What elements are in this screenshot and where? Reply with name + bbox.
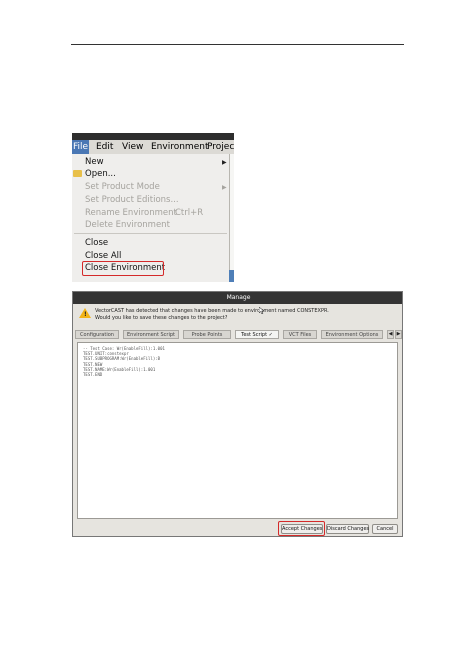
tab-configuration[interactable]: Configuration bbox=[75, 330, 119, 339]
menu-item-label: Rename Environment bbox=[85, 208, 177, 218]
shortcut-label: Ctrl+R bbox=[175, 208, 204, 218]
page-header-rule bbox=[71, 44, 404, 45]
tab-test-script[interactable]: Test Script ✓ bbox=[235, 330, 279, 339]
menu-item-close-all[interactable]: Close All bbox=[85, 251, 121, 261]
menu-file[interactable]: File bbox=[72, 140, 90, 154]
dialog-title: Manage bbox=[73, 292, 402, 304]
menu-item-rename-environment[interactable]: Rename Environment Ctrl+R bbox=[85, 208, 203, 218]
discard-changes-button[interactable]: Discard Changes bbox=[326, 524, 369, 534]
menu-project[interactable]: Project bbox=[207, 142, 234, 152]
tab-probe-points[interactable]: Probe Points bbox=[183, 330, 231, 339]
mouse-cursor-icon bbox=[259, 307, 264, 314]
code-line: TEST.END bbox=[83, 372, 103, 378]
background-window-fragment bbox=[229, 270, 234, 282]
menubar: File Edit View Environment Project bbox=[72, 140, 234, 154]
menu-item-set-product-editions[interactable]: Set Product Editions... bbox=[85, 195, 179, 205]
message-line: Would you like to save these changes to … bbox=[95, 315, 228, 321]
test-script-editor[interactable]: -- Test Case: Wr(EnableFill):1.001 TEST.… bbox=[77, 342, 398, 519]
tab-label: Test Script bbox=[241, 332, 268, 338]
warning-icon-mark: ! bbox=[84, 311, 87, 318]
submenu-arrow-icon: ▶ bbox=[222, 159, 227, 166]
submenu-arrow-icon: ▶ bbox=[222, 184, 227, 191]
folder-icon bbox=[73, 170, 82, 177]
cancel-button[interactable]: Cancel bbox=[372, 524, 398, 534]
tab-scroll-left-icon[interactable]: ◀ bbox=[387, 330, 394, 339]
tab-vct-files[interactable]: VCT Files bbox=[283, 330, 317, 339]
file-dropdown-menu: New ▶ Open... Set Product Mode ▶ Set Pro… bbox=[72, 154, 230, 282]
menu-item-new[interactable]: New bbox=[85, 157, 104, 167]
code-text: -- Test Case: Wr(EnableFill):1.001 TEST.… bbox=[83, 346, 165, 377]
tab-environment-options[interactable]: Environment Options bbox=[321, 330, 383, 339]
highlight-box bbox=[82, 261, 164, 276]
tab-scroll-right-icon[interactable]: ▶ bbox=[395, 330, 402, 339]
tab-environment-script[interactable]: Environment Script bbox=[123, 330, 179, 339]
menu-item-delete-environment[interactable]: Delete Environment bbox=[85, 220, 170, 230]
tab-bar: Configuration Environment Script Probe P… bbox=[75, 330, 402, 340]
menu-edit[interactable]: Edit bbox=[96, 142, 113, 152]
highlight-box bbox=[278, 521, 325, 536]
dialog-message: VectorCAST has detected that changes hav… bbox=[95, 308, 329, 322]
window-top-strip bbox=[72, 133, 234, 140]
message-line: VectorCAST has detected that changes hav… bbox=[95, 308, 329, 314]
menu-item-set-product-mode[interactable]: Set Product Mode bbox=[85, 182, 160, 192]
file-menu-screenshot: File Edit View Environment Project New ▶… bbox=[72, 133, 234, 282]
menu-separator bbox=[74, 233, 227, 234]
menu-view[interactable]: View bbox=[122, 142, 143, 152]
checkmark-icon: ✓ bbox=[268, 332, 273, 338]
menu-item-close[interactable]: Close bbox=[85, 238, 108, 248]
menu-environment[interactable]: Environment bbox=[151, 142, 208, 152]
menu-item-open[interactable]: Open... bbox=[85, 169, 116, 179]
manage-dialog-screenshot: Manage ! VectorCAST has detected that ch… bbox=[72, 291, 403, 537]
background-window-fragment bbox=[230, 154, 234, 270]
